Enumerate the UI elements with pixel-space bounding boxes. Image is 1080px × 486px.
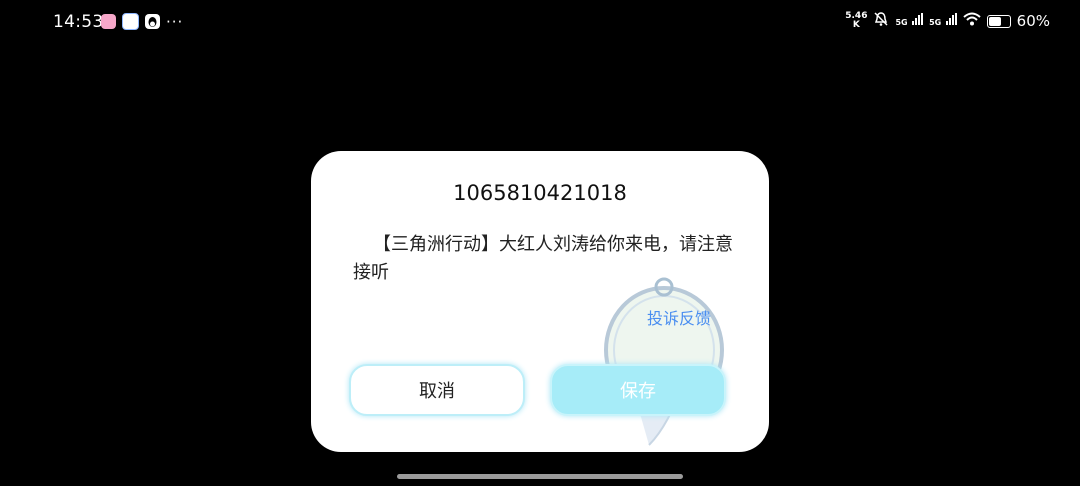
battery-percentage: 60%	[1016, 12, 1050, 30]
battery-icon	[986, 14, 1011, 28]
5g-signal-icon: 5G	[895, 13, 924, 29]
network-speed: 5.46 K	[845, 12, 867, 30]
blue-app-icon	[122, 13, 139, 30]
cancel-button[interactable]: 取消	[349, 364, 525, 416]
qq-penguin-icon	[145, 14, 160, 29]
network-type-label: 5G	[929, 18, 942, 27]
complaint-feedback-link[interactable]: 投诉反馈	[647, 305, 711, 329]
5g-signal-icon: 5G	[929, 13, 957, 29]
network-speed-unit: K	[852, 20, 860, 30]
network-type-label: 5G	[895, 18, 908, 27]
silent-bell-icon	[873, 11, 889, 31]
battery-level-fill	[988, 16, 1001, 26]
home-indicator[interactable]	[397, 474, 683, 479]
save-button[interactable]: 保存	[550, 364, 726, 416]
sender-number: 1065810421018	[453, 181, 627, 205]
sms-dialog: 1065810421018 【三角洲行动】大红人刘涛给你来电，请注意接听 投诉反…	[311, 151, 769, 452]
notification-icons: ···	[101, 13, 183, 30]
message-body: 【三角洲行动】大红人刘涛给你来电，请注意接听	[353, 234, 733, 283]
status-bar: 14:53 ··· 5.46 K 5G 5G 60%	[0, 0, 1080, 44]
wifi-icon	[962, 12, 981, 30]
system-status-icons: 5.46 K 5G 5G 60%	[845, 11, 1050, 31]
clock: 14:53	[53, 12, 104, 32]
pink-app-icon	[101, 14, 116, 29]
more-notifications-icon: ···	[166, 12, 184, 31]
